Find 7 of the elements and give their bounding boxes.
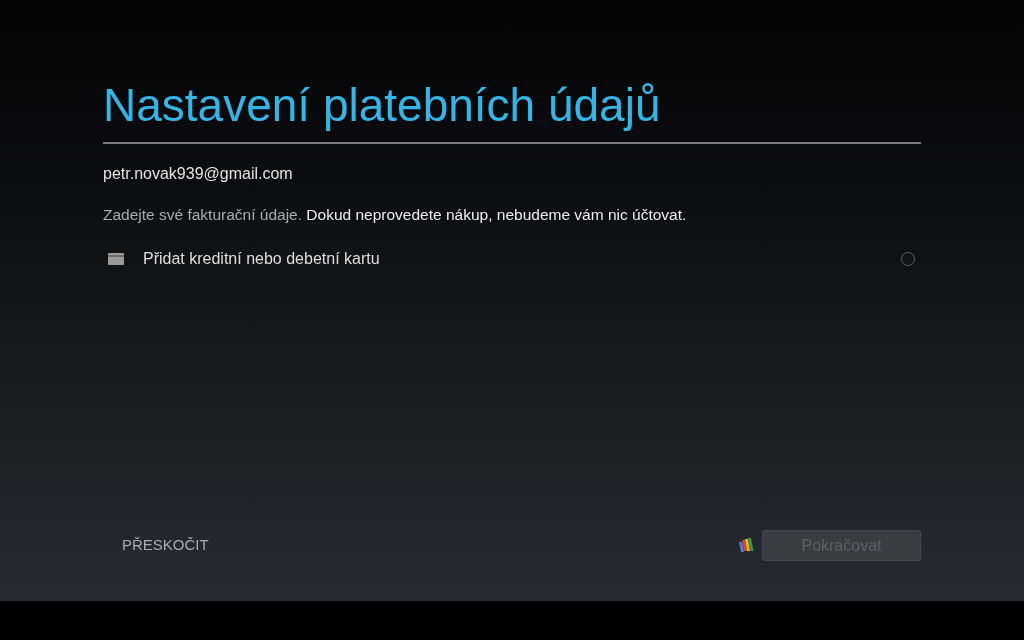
wallet-logo-icon xyxy=(738,538,754,553)
page-title: Nastavení platebních údajů xyxy=(103,78,661,133)
billing-info-text: Zadejte své fakturační údaje. Dokud neprovedete nákup, nebudeme vám nic účtovat. xyxy=(103,205,687,225)
account-email: petr.novak939@gmail.com xyxy=(103,164,293,184)
payment-option[interactable]: Přidat kreditní nebo debetní kartu xyxy=(103,247,921,271)
card-icon xyxy=(108,253,124,265)
skip-button[interactable]: PŘESKOČIT xyxy=(103,530,228,561)
